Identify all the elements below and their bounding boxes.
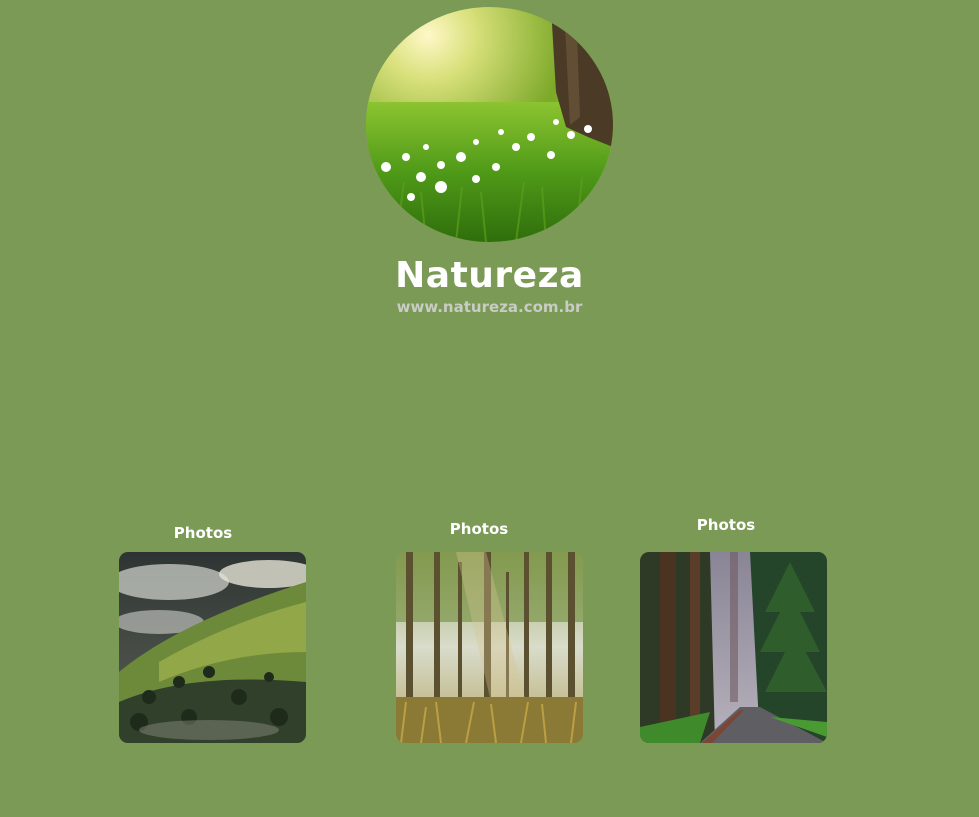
photos-label-1: Photos: [173, 524, 233, 542]
website-link[interactable]: www.natureza.com.br: [0, 298, 979, 316]
photos-label-2: Photos: [449, 520, 509, 538]
avatar[interactable]: [366, 7, 613, 242]
photo-card-3[interactable]: [640, 552, 827, 743]
photo-card-1[interactable]: [119, 552, 306, 743]
misty-hills-photo: [119, 552, 306, 743]
profile-page: Natureza www.natureza.com.br Photos Phot…: [0, 0, 979, 817]
forest-road-photo: [640, 552, 827, 743]
photos-label-3: Photos: [696, 516, 756, 534]
forest-light-photo: [396, 552, 583, 743]
photo-card-2[interactable]: [396, 552, 583, 743]
meadow-tree-avatar-image: [366, 7, 613, 242]
page-title: Natureza: [395, 255, 584, 296]
